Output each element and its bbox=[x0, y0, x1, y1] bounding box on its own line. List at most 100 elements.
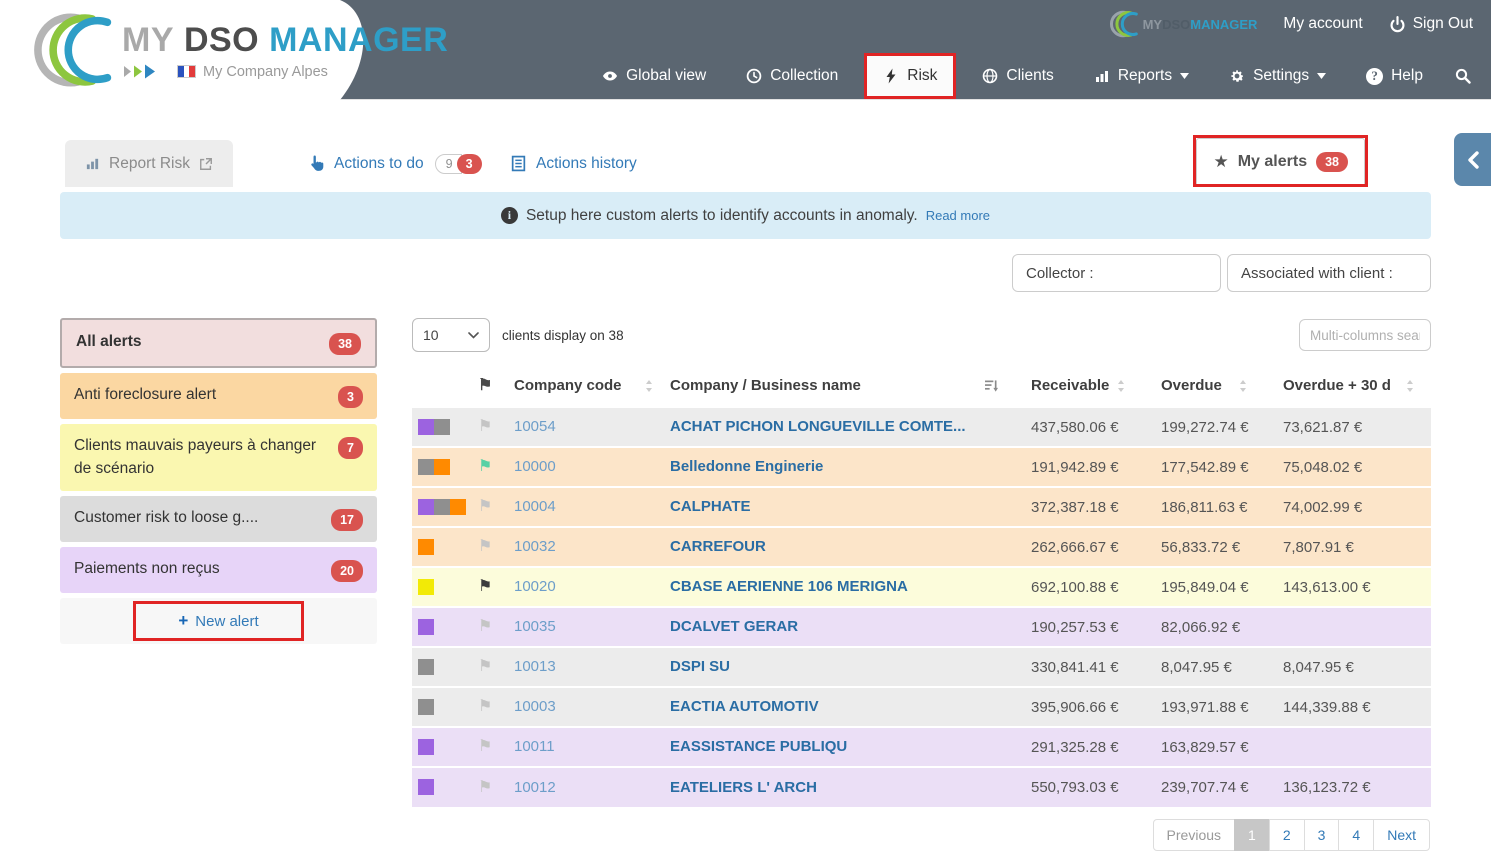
table-row[interactable]: ⚑ 10013 DSPI SU 330,841.41 € 8,047.95 € … bbox=[412, 647, 1431, 687]
flag-icon[interactable]: ⚑ bbox=[478, 458, 492, 475]
mini-logo[interactable]: MYDSOMANAGER bbox=[1109, 9, 1257, 39]
table-row[interactable]: ⚑ 10020 CBASE AERIENNE 106 MERIGNA 692,1… bbox=[412, 567, 1431, 607]
company-name-link[interactable]: DSPI SU bbox=[670, 658, 730, 675]
new-alert-row: + New alert bbox=[60, 598, 377, 645]
header-label: Receivable bbox=[1031, 377, 1110, 394]
flag-icon[interactable]: ⚑ bbox=[478, 658, 492, 675]
company-code-link[interactable]: 10020 bbox=[514, 578, 556, 595]
sidebar-item-anti-foreclosure[interactable]: Anti foreclosure alert 3 bbox=[60, 373, 377, 420]
table-row[interactable]: ⚑ 10003 EACTIA AUTOMOTIV 395,906.66 € 19… bbox=[412, 687, 1431, 727]
my-account-link[interactable]: My account bbox=[1283, 15, 1362, 33]
nav-reports[interactable]: Reports bbox=[1080, 53, 1203, 99]
pagination-previous[interactable]: Previous bbox=[1152, 819, 1236, 851]
overdue-header[interactable]: Overdue bbox=[1142, 368, 1264, 407]
company-code-link[interactable]: 10032 bbox=[514, 538, 556, 555]
flag-icon[interactable]: ⚑ bbox=[478, 698, 492, 715]
company-code-link[interactable]: 10013 bbox=[514, 658, 556, 675]
header-label: Overdue + 30 d bbox=[1283, 377, 1391, 394]
alert-label: Customer risk to loose g.... bbox=[74, 509, 259, 527]
receivable-header[interactable]: Receivable bbox=[1012, 368, 1142, 407]
sign-out-link[interactable]: Sign Out bbox=[1389, 15, 1473, 33]
nav-risk[interactable]: Risk bbox=[864, 53, 957, 99]
overdue-30d-value: 144,339.88 € bbox=[1283, 698, 1371, 716]
pagination-next[interactable]: Next bbox=[1373, 819, 1430, 851]
company-code-link[interactable]: 10000 bbox=[514, 458, 556, 475]
company-code-link[interactable]: 10004 bbox=[514, 498, 556, 515]
company-name-link[interactable]: ACHAT PICHON LONGUEVILLE COMTE... bbox=[670, 418, 966, 435]
pagination-page-2[interactable]: 2 bbox=[1268, 819, 1305, 851]
receivable-value: 330,841.41 € bbox=[1031, 658, 1119, 676]
french-flag-icon bbox=[177, 65, 196, 78]
sort-icon[interactable] bbox=[1237, 379, 1250, 393]
table-row[interactable]: ⚑ 10004 CALPHATE 372,387.18 € 186,811.63… bbox=[412, 487, 1431, 527]
nav-clients[interactable]: Clients bbox=[968, 53, 1067, 99]
company-name-link[interactable]: EASSISTANCE PUBLIQU bbox=[670, 738, 847, 755]
sidebar-item-mauvais-payeurs[interactable]: Clients mauvais payeurs à changer de scé… bbox=[60, 424, 377, 492]
company-code-link[interactable]: 10003 bbox=[514, 698, 556, 715]
new-alert-button[interactable]: + New alert bbox=[133, 601, 304, 642]
flag-icon[interactable]: ⚑ bbox=[478, 618, 492, 635]
sidebar-item-all-alerts[interactable]: All alerts 38 bbox=[60, 318, 377, 369]
sort-icon[interactable] bbox=[1115, 379, 1128, 393]
nav-global-view[interactable]: Global view bbox=[588, 53, 720, 99]
sidebar-item-paiements-non-recus[interactable]: Paiements non reçus 20 bbox=[60, 547, 377, 594]
yellow-status-chip bbox=[418, 578, 434, 595]
flag-icon[interactable]: ⚑ bbox=[478, 498, 492, 515]
page-size-select[interactable]: 10 bbox=[412, 318, 490, 352]
associated-client-filter[interactable]: Associated with client : bbox=[1227, 254, 1431, 292]
flag-icon[interactable]: ⚑ bbox=[478, 738, 492, 755]
nav-search-button[interactable] bbox=[1449, 53, 1477, 99]
sign-out-label: Sign Out bbox=[1412, 15, 1473, 32]
sort-icon[interactable] bbox=[643, 379, 656, 393]
flag-column-header[interactable]: ⚑ bbox=[478, 368, 514, 407]
plus-icon: + bbox=[178, 611, 189, 631]
company-code-link[interactable]: 10012 bbox=[514, 779, 556, 796]
flag-icon[interactable]: ⚑ bbox=[478, 578, 492, 595]
company-name-link[interactable]: EATELIERS L' ARCH bbox=[670, 779, 817, 796]
nav-label: Reports bbox=[1117, 67, 1173, 84]
company-name-link[interactable]: Belledonne Enginerie bbox=[670, 458, 823, 475]
table-row[interactable]: ⚑ 10032 CARREFOUR 262,666.67 € 56,833.72… bbox=[412, 527, 1431, 567]
company-name-link[interactable]: CARREFOUR bbox=[670, 538, 766, 555]
collapse-panel-button[interactable] bbox=[1454, 133, 1491, 186]
sort-amount-icon[interactable] bbox=[985, 379, 998, 393]
overdue-30d-header[interactable]: Overdue + 30 d bbox=[1264, 368, 1431, 407]
table-row[interactable]: ⚑ 10054 ACHAT PICHON LONGUEVILLE COMTE..… bbox=[412, 407, 1431, 447]
tab-report-risk[interactable]: Report Risk bbox=[65, 140, 233, 187]
pagination-page-4[interactable]: 4 bbox=[1338, 819, 1375, 851]
collector-filter[interactable]: Collector : bbox=[1012, 254, 1221, 292]
tab-actions-to-do[interactable]: Actions to do 9 3 bbox=[308, 140, 482, 187]
power-icon bbox=[1390, 15, 1405, 32]
company-name-link[interactable]: EACTIA AUTOMOTIV bbox=[670, 698, 819, 715]
table-row[interactable]: ⚑ 10012 EATELIERS L' ARCH 550,793.03 € 2… bbox=[412, 767, 1431, 807]
company-name-link[interactable]: CALPHATE bbox=[670, 498, 751, 515]
tab-my-alerts[interactable]: ★ My alerts 38 bbox=[1196, 138, 1365, 184]
read-more-link[interactable]: Read more bbox=[926, 208, 990, 223]
pagination-page-1[interactable]: 1 bbox=[1234, 819, 1270, 851]
brand-logo[interactable]: MY DSO MANAGER My Company Alpes bbox=[30, 8, 448, 92]
company-code-link[interactable]: 10054 bbox=[514, 418, 556, 435]
sort-icon[interactable] bbox=[1404, 379, 1417, 393]
company-name-link[interactable]: DCALVET GERAR bbox=[670, 618, 798, 635]
sidebar-item-customer-risk[interactable]: Customer risk to loose g.... 17 bbox=[60, 496, 377, 543]
company-code-link[interactable]: 10035 bbox=[514, 618, 556, 635]
company-name-link[interactable]: CBASE AERIENNE 106 MERIGNA bbox=[670, 578, 908, 595]
nav-help[interactable]: ? Help bbox=[1352, 53, 1437, 99]
company-code-header[interactable]: Company code bbox=[514, 368, 670, 407]
pagination-page-3[interactable]: 3 bbox=[1303, 819, 1340, 851]
multi-columns-search-input[interactable] bbox=[1299, 319, 1431, 351]
flag-icon[interactable]: ⚑ bbox=[478, 418, 492, 435]
nav-settings[interactable]: Settings bbox=[1215, 53, 1340, 99]
purple-status-chip bbox=[418, 779, 434, 796]
table-row[interactable]: ⚑ 10000 Belledonne Enginerie 191,942.89 … bbox=[412, 447, 1431, 487]
alert-chips bbox=[418, 498, 466, 515]
company-code-link[interactable]: 10011 bbox=[514, 738, 555, 755]
table-row[interactable]: ⚑ 10035 DCALVET GERAR 190,257.53 € 82,06… bbox=[412, 607, 1431, 647]
tab-actions-history[interactable]: Actions history bbox=[510, 140, 637, 187]
overdue-value: 186,811.63 € bbox=[1161, 498, 1248, 516]
flag-icon[interactable]: ⚑ bbox=[478, 779, 492, 796]
table-row[interactable]: ⚑ 10011 EASSISTANCE PUBLIQU 291,325.28 €… bbox=[412, 727, 1431, 767]
nav-collection[interactable]: Collection bbox=[732, 53, 852, 99]
company-name-header[interactable]: Company / Business name bbox=[670, 368, 1012, 407]
flag-icon[interactable]: ⚑ bbox=[478, 538, 492, 555]
